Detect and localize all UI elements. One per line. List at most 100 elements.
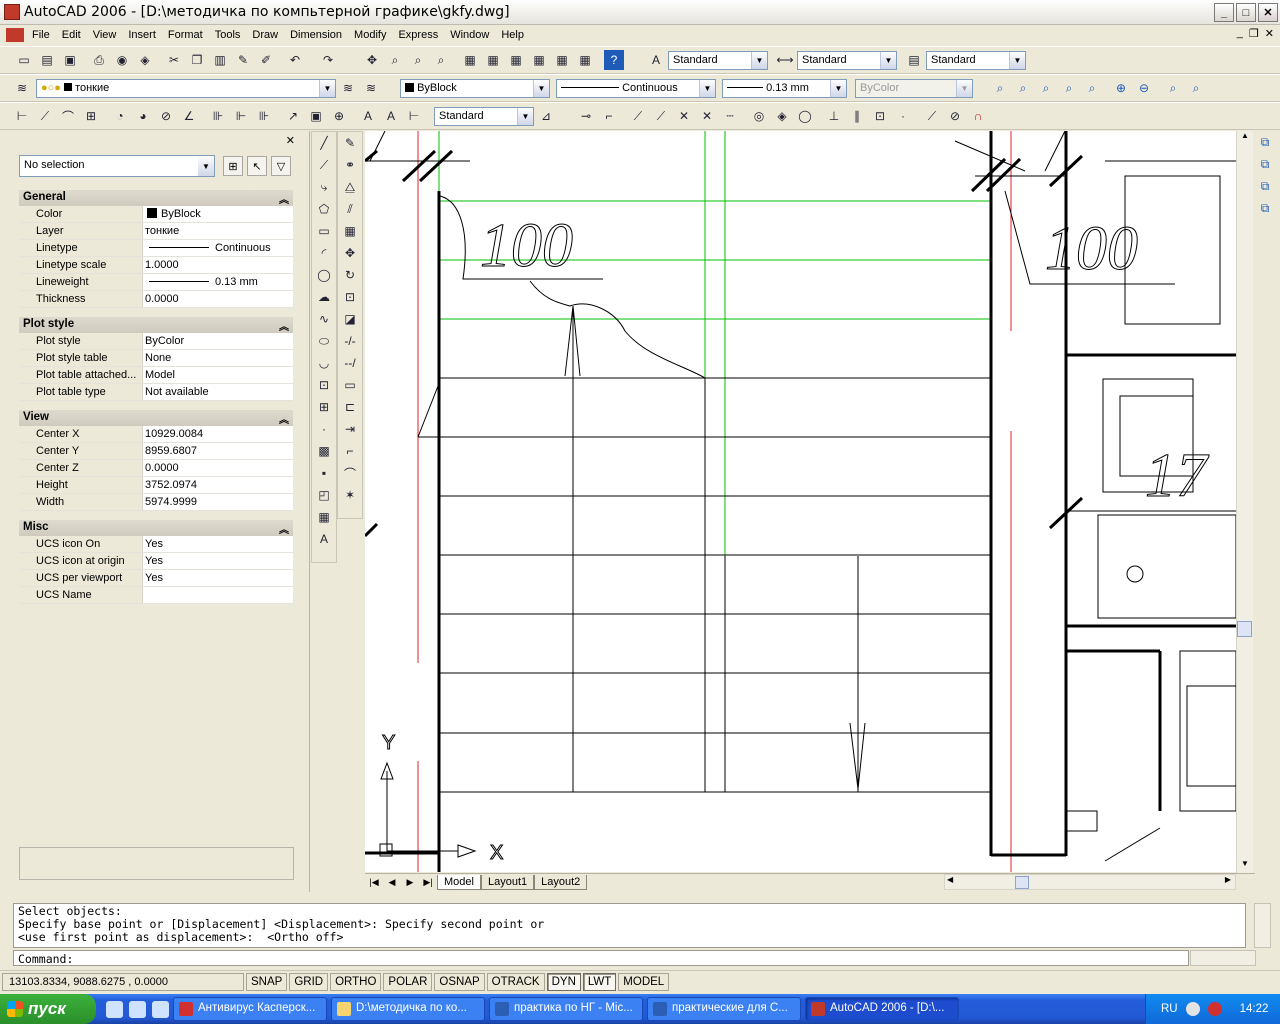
block-editor-icon[interactable]: ✐ [256,50,276,70]
dim-style-select[interactable]: Standard ▼ [797,51,897,70]
scroll-thumb[interactable] [1237,621,1252,637]
layer-manager-icon[interactable]: ≋ [12,78,32,98]
quick-leader-icon[interactable]: ↗ [283,106,303,126]
quick-dimension-icon[interactable]: ⊪ [208,106,228,126]
zoom-previous-icon[interactable]: ⌕ [431,50,451,70]
close-icon[interactable]: ✕ [286,134,295,147]
zoom-dynamic-icon[interactable]: ⌕ [1036,78,1056,98]
command-hscrollbar[interactable] [1190,950,1256,966]
calculator-icon[interactable]: ▦ [575,50,595,70]
radius-dimension-icon[interactable]: ◔ [110,106,130,126]
property-row[interactable]: Height 3752.0974 [19,477,293,494]
network-icon[interactable] [1185,1002,1200,1016]
property-row[interactable]: Center Y 8959.6807 [19,443,293,460]
trim-icon[interactable]: -/- [338,330,362,352]
zoom-in-icon[interactable]: ⊕ [1111,78,1131,98]
horizontal-scrollbar[interactable]: ◀ ▶ [944,874,1236,890]
snap-parallel-icon[interactable]: ∥ [847,106,867,126]
zoom-realtime-icon[interactable]: ⌕ [385,50,405,70]
stretch-icon[interactable]: ◪ [338,308,362,330]
vertical-scrollbar[interactable]: ▲ ▼ [1236,131,1253,875]
polygon-icon[interactable]: ⬠ [312,198,336,220]
send-under-objects-icon[interactable]: ⧉ [1253,197,1277,219]
menu-format[interactable]: Format [162,29,209,41]
color-select[interactable]: ByBlock ▼ [400,79,550,98]
prev-tab-icon[interactable]: ◀ [383,875,401,891]
menu-draw[interactable]: Draw [246,29,284,41]
task-kaspersky[interactable]: Антивирус Касперск... [173,997,327,1021]
minimize-button[interactable]: _ [1214,3,1234,22]
section-header[interactable]: Plot style ︽ [19,317,293,333]
zoom-scale-icon[interactable]: ⌕ [1059,78,1079,98]
print-icon[interactable]: ⎙ [89,50,109,70]
linear-dimension-icon[interactable]: ⊢ [12,106,32,126]
doc-close-button[interactable]: ✕ [1265,27,1274,40]
ellipse-icon[interactable]: ⬭ [312,330,336,352]
mirror-icon[interactable]: ⧋ [338,176,362,198]
tool-palettes-icon[interactable]: ▦ [506,50,526,70]
linetype-select[interactable]: Continuous ▼ [556,79,716,98]
zoom-window-icon-2[interactable]: ⌕ [1013,78,1033,98]
menu-tools[interactable]: Tools [209,29,247,41]
line-icon[interactable]: ╱ [312,132,336,154]
publish-icon[interactable]: ◈ [135,50,155,70]
snap-apparent-intersection-icon[interactable]: ✕ [697,106,717,126]
layer-select[interactable]: ●○● тонкие ▼ [36,79,336,98]
table-style-select[interactable]: Standard ▼ [926,51,1026,70]
dyn-toggle[interactable]: DYN [546,972,581,991]
paste-icon[interactable]: ▥ [210,50,230,70]
snap-from-icon[interactable]: ⌐ [599,106,619,126]
bring-to-front-icon[interactable]: ⧉ [1253,131,1277,153]
array-icon[interactable]: ▦ [338,220,362,242]
bring-above-objects-icon[interactable]: ⧉ [1253,175,1277,197]
scroll-up-icon[interactable]: ▲ [1237,131,1253,147]
first-tab-icon[interactable]: |◀ [365,875,383,891]
zoom-extents-icon[interactable]: ⌕ [1186,78,1206,98]
spline-icon[interactable]: ∿ [312,308,336,330]
zoom-realtime-icon-2[interactable]: ⌕ [990,78,1010,98]
lwt-toggle[interactable]: LWT [582,972,617,991]
command-input[interactable]: Command: [13,950,1189,966]
aligned-dimension-icon[interactable]: ⟋ [35,106,55,126]
section-header[interactable]: View ︽ [19,410,293,426]
circle-icon[interactable]: ◯ [312,264,336,286]
property-row[interactable]: Color ByBlock [19,206,293,223]
copy-object-icon[interactable]: ⚭ [338,154,362,176]
dimension-update-icon[interactable]: ⊢ [404,106,424,126]
menu-file[interactable]: File [26,29,56,41]
arc-icon[interactable]: ◜ [312,242,336,264]
snap-midpoint-icon[interactable]: ⟋ [651,106,671,126]
doc-restore-button[interactable]: ❐ [1249,27,1259,40]
property-row[interactable]: Linetype scale 1.0000 [19,257,293,274]
dimension-edit-icon[interactable]: A [358,106,378,126]
property-row[interactable]: Plot style table None [19,350,293,367]
property-row[interactable]: Center Z 0.0000 [19,460,293,477]
drawing-canvas[interactable]: 100 100 17 Y X [365,131,1236,872]
revision-cloud-icon[interactable]: ☁ [312,286,336,308]
model-toggle[interactable]: MODEL [618,972,670,991]
hatch-icon[interactable]: ▩ [312,440,336,462]
snap-tangent-icon[interactable]: ◯ [795,106,815,126]
region-icon[interactable]: ◰ [312,484,336,506]
move-icon[interactable]: ✥ [338,242,362,264]
tolerance-icon[interactable]: ▣ [306,106,326,126]
select-objects-icon[interactable]: ↖ [247,156,267,176]
lineweight-select[interactable]: 0.13 mm ▼ [722,79,847,98]
clock[interactable]: 14:22 [1240,1003,1269,1015]
section-header[interactable]: General ︽ [19,190,293,206]
fillet-icon[interactable]: ⌒ [338,462,362,484]
snap-endpoint-icon[interactable]: ⟋ [628,106,648,126]
document-icon[interactable] [6,28,24,42]
dim-style-select-2[interactable]: Standard ▼ [434,107,534,126]
dimension-text-edit-icon[interactable]: A [381,106,401,126]
property-row[interactable]: UCS Name [19,587,293,604]
ie-icon[interactable] [106,1000,123,1018]
messenger-icon[interactable] [152,1000,169,1018]
close-button[interactable]: ✕ [1258,3,1278,22]
polyline-icon[interactable]: ⤷ [312,176,336,198]
menu-insert[interactable]: Insert [122,29,162,41]
property-row[interactable]: Lineweight 0.13 mm [19,274,293,291]
continue-dimension-icon[interactable]: ⊪ [254,106,274,126]
kaspersky-tray-icon[interactable] [1207,1002,1222,1016]
multiline-text-icon[interactable]: A [312,528,336,550]
